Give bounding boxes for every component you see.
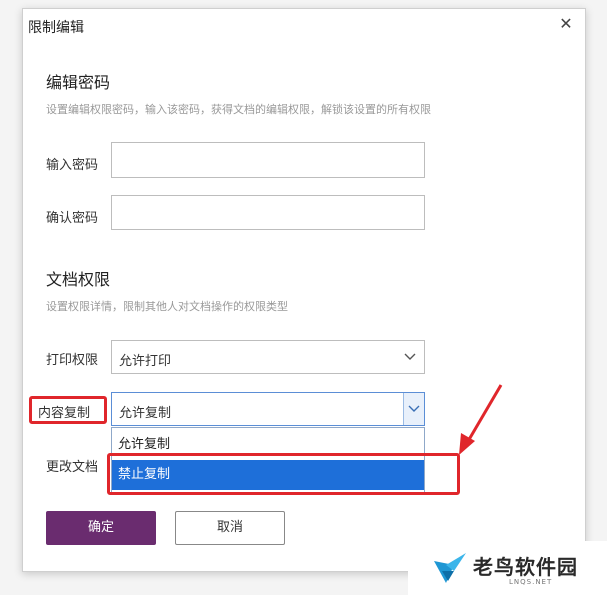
permission-section-heading: 文档权限 (46, 270, 111, 289)
password-section-hint: 设置编辑权限密码，输入该密码，获得文档的编辑权限，解锁该设置的所有权限 (46, 103, 431, 116)
bird-logo (434, 553, 466, 583)
cancel-button[interactable]: 取消 (175, 511, 285, 545)
forbid-option-highlight (107, 453, 460, 495)
enter-password-label: 输入密码 (46, 158, 99, 173)
password-section-heading: 编辑密码 (46, 73, 111, 92)
content-copy-select[interactable]: 允许复制 (111, 392, 425, 426)
close-icon[interactable]: ✕ (555, 13, 577, 35)
content-copy-label: 内容复制 (38, 406, 91, 421)
content-copy-value: 允许复制 (119, 406, 172, 421)
print-permission-label: 打印权限 (46, 353, 99, 368)
site-watermark: 老鸟软件园 LNQS.NET (408, 541, 607, 595)
restrict-editing-dialog: 限制编辑 ✕ 编辑密码 设置编辑权限密码，输入该密码，获得文档的编辑权限，解锁该… (22, 8, 586, 572)
print-permission-value: 允许打印 (119, 354, 172, 369)
enter-password-input[interactable] (111, 142, 425, 178)
permission-section-hint: 设置权限详情，限制其他人对文档操作的权限类型 (46, 300, 288, 313)
print-permission-select[interactable]: 允许打印 (111, 340, 425, 374)
confirm-password-input[interactable] (111, 195, 425, 230)
chevron-down-icon (404, 353, 416, 360)
modify-document-label: 更改文档 (46, 460, 99, 475)
brand-domain: LNQS.NET (509, 578, 553, 586)
brand-name: 老鸟软件园 (473, 555, 578, 579)
dialog-title: 限制编辑 (28, 20, 84, 36)
confirm-button[interactable]: 确定 (46, 511, 156, 545)
chevron-down-icon (408, 405, 420, 412)
red-arrow-annotation (459, 384, 503, 455)
confirm-password-label: 确认密码 (46, 211, 99, 226)
